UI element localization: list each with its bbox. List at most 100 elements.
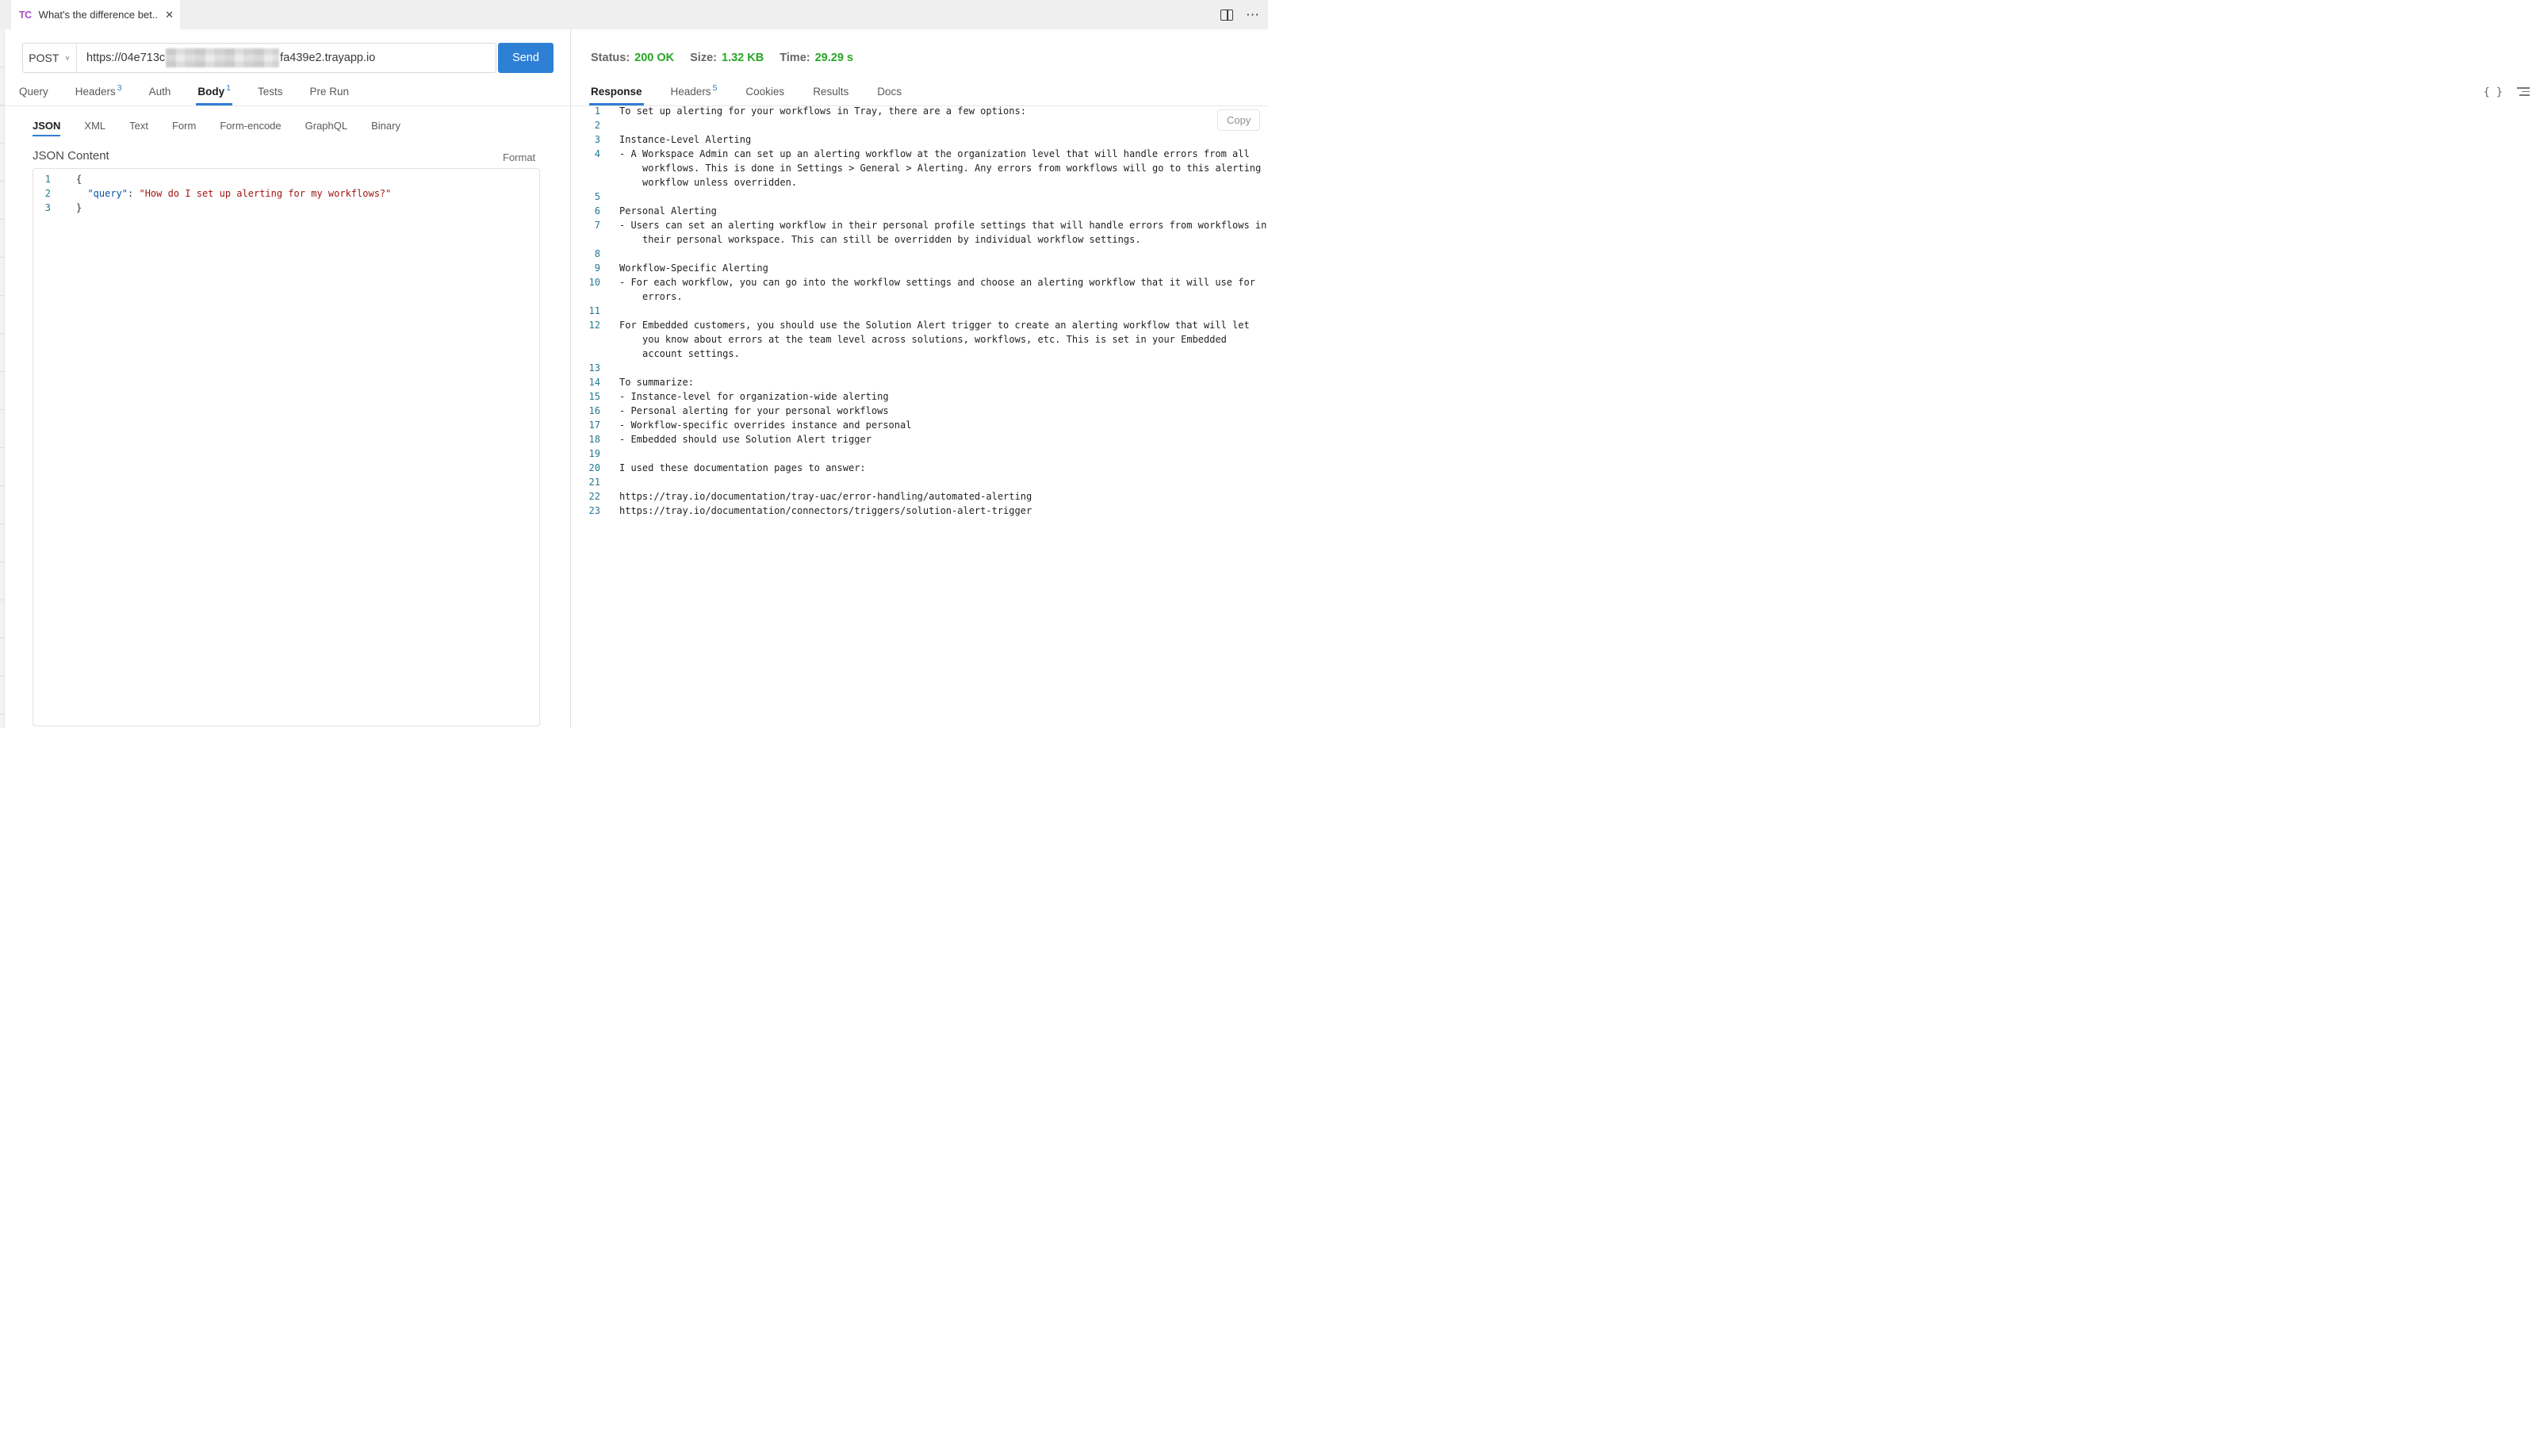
response-line-text: - Users can set an alerting workflow in … — [619, 218, 1266, 232]
response-line-number: 17 — [571, 418, 600, 432]
json-body-editor[interactable]: 1{2 "query": "How do I set up alerting f… — [33, 168, 540, 726]
response-line-number: 2 — [571, 118, 600, 132]
response-line: errors. — [571, 289, 1268, 304]
response-line-number — [571, 347, 600, 361]
thunder-client-logo: TC — [19, 10, 32, 21]
response-line-text: https://tray.io/documentation/tray-uac/e… — [619, 489, 1032, 504]
tab-label: Docs — [877, 86, 902, 98]
response-line: their personal workspace. This can still… — [571, 232, 1268, 247]
chevron-down-icon: ∨ — [64, 55, 70, 62]
response-line-number: 3 — [571, 132, 600, 147]
response-line: 8 — [571, 247, 1268, 261]
size-value: 1.32 KB — [722, 52, 764, 64]
response-line-number: 14 — [571, 375, 600, 389]
send-button[interactable]: Send — [498, 43, 554, 73]
response-tab-response[interactable]: Response — [591, 78, 642, 105]
tab-pre-run[interactable]: Pre Run — [310, 78, 350, 105]
response-line-number: 20 — [571, 461, 600, 475]
collapsed-sidebar-strip[interactable] — [0, 29, 5, 728]
response-line-text: errors. — [642, 289, 683, 304]
url-input[interactable]: https://04e713c fa439e2.trayapp.io — [77, 44, 375, 72]
response-line-number: 22 — [571, 489, 600, 504]
tab-count-badge: 5 — [713, 83, 718, 93]
status-label: Status: — [591, 52, 630, 64]
close-icon[interactable]: ✕ — [165, 9, 174, 21]
response-line-text: you know about errors at the team level … — [642, 332, 1227, 347]
split-editor-icon[interactable] — [1220, 10, 1233, 21]
response-line-number: 16 — [571, 404, 600, 418]
response-line-text: Personal Alerting — [619, 204, 717, 218]
tab-label: Query — [19, 86, 48, 98]
response-line-text: - For each workflow, you can go into the… — [619, 275, 1255, 289]
response-line: 15- Instance-level for organization-wide… — [571, 389, 1268, 404]
response-line-number: 21 — [571, 475, 600, 489]
tab-label: XML — [84, 120, 105, 132]
response-line: 11 — [571, 304, 1268, 318]
response-line-number: 18 — [571, 432, 600, 446]
editor-code: "query": "How do I set up alerting for m… — [76, 186, 391, 201]
tab-label: Pre Run — [310, 86, 350, 98]
response-line-text: To summarize: — [619, 375, 694, 389]
tab-tests[interactable]: Tests — [258, 78, 283, 105]
response-tab-headers[interactable]: Headers5 — [671, 78, 718, 105]
copy-button[interactable]: Copy — [1217, 109, 1260, 131]
response-line: 21 — [571, 475, 1268, 489]
response-line-text: For Embedded customers, you should use t… — [619, 318, 1250, 332]
tab-label: Cookies — [745, 86, 784, 98]
response-line-number: 19 — [571, 446, 600, 461]
response-line-number: 8 — [571, 247, 600, 261]
url-redacted-segment — [166, 48, 279, 67]
tab-label: Auth — [149, 86, 171, 98]
tab-headers[interactable]: Headers3 — [75, 78, 122, 105]
response-line-text: workflows. This is done in Settings > Ge… — [642, 161, 1261, 175]
body-tab-graphql[interactable]: GraphQL — [305, 114, 347, 136]
tab-label: Headers — [671, 86, 711, 98]
editor-line-number: 3 — [33, 201, 51, 215]
tab-auth[interactable]: Auth — [149, 78, 171, 105]
response-line-text: - Instance-level for organization-wide a… — [619, 389, 889, 404]
tab-count-badge: 3 — [117, 83, 122, 93]
response-line-text: To set up alerting for your workflows in… — [619, 104, 1026, 118]
body-tab-form-encode[interactable]: Form-encode — [220, 114, 281, 136]
body-tab-form[interactable]: Form — [172, 114, 196, 136]
request-tab[interactable]: TC What's the difference bet.. ✕ — [11, 0, 180, 29]
tab-label: Body — [197, 86, 224, 98]
method-dropdown[interactable]: POST ∨ — [23, 44, 77, 72]
response-line: 20I used these documentation pages to an… — [571, 461, 1268, 475]
editor-code: { — [76, 172, 82, 186]
response-line-number — [571, 332, 600, 347]
format-button[interactable]: Format — [503, 151, 535, 163]
tab-label: Headers — [75, 86, 116, 98]
url-prefix: https://04e713c — [86, 52, 165, 64]
response-line-number: 12 — [571, 318, 600, 332]
body-tab-text[interactable]: Text — [129, 114, 148, 136]
response-tab-docs[interactable]: Docs — [877, 78, 902, 105]
wrap-lines-icon[interactable] — [2517, 87, 2530, 96]
tab-label: GraphQL — [305, 120, 347, 132]
tab-label: Response — [591, 86, 642, 98]
tab-query[interactable]: Query — [19, 78, 48, 105]
response-tab-results[interactable]: Results — [813, 78, 849, 105]
response-line-text: - Embedded should use Solution Alert tri… — [619, 432, 872, 446]
response-line: workflow unless overridden. — [571, 175, 1268, 190]
body-tab-json[interactable]: JSON — [33, 114, 60, 136]
format-json-icon[interactable]: { } — [2484, 86, 2503, 98]
tab-body[interactable]: Body1 — [197, 78, 231, 105]
status-value: 200 OK — [634, 52, 674, 64]
response-status-row: Status: 200 OK Size: 1.32 KB Time: 29.29… — [591, 51, 869, 65]
response-line-number: 10 — [571, 275, 600, 289]
size-label: Size: — [690, 52, 717, 64]
tab-label: Tests — [258, 86, 283, 98]
body-tab-binary[interactable]: Binary — [371, 114, 400, 136]
response-line-number: 5 — [571, 190, 600, 204]
response-line: 7- Users can set an alerting workflow in… — [571, 218, 1268, 232]
tab-count-badge: 1 — [226, 83, 231, 93]
more-options-icon[interactable]: ⋯ — [1246, 8, 1260, 21]
body-tab-xml[interactable]: XML — [84, 114, 105, 136]
editor-code: } — [76, 201, 82, 215]
response-line-text: account settings. — [642, 347, 740, 361]
response-line-text: - A Workspace Admin can set up an alerti… — [619, 147, 1250, 161]
response-line-number — [571, 289, 600, 304]
response-tab-cookies[interactable]: Cookies — [745, 78, 784, 105]
response-line-number: 1 — [571, 104, 600, 118]
